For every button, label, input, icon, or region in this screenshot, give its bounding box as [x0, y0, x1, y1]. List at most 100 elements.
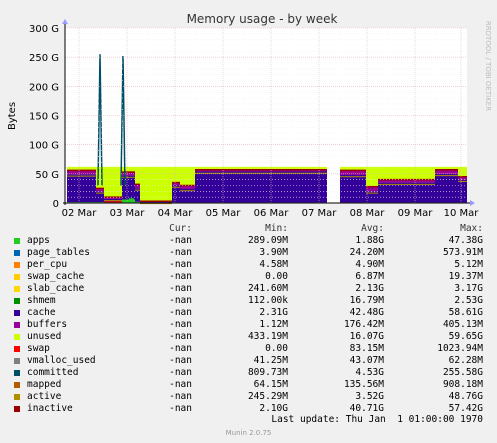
legend-label: swap_cache [27, 271, 85, 282]
legend-row-buffers: buffers -nan 1.12M 176.42M 405.13M [0, 319, 497, 331]
legend-label: page_tables [27, 247, 90, 258]
legend-min: 112.00k [247, 295, 288, 306]
legend-label: cache [27, 307, 56, 318]
area-cache [67, 174, 96, 203]
legend-row-committed: committed -nan 809.73M 4.53G 255.58G [0, 367, 497, 379]
x-tick-label: 09 Mar [398, 208, 434, 219]
legend-header: Cur: Min: Avg: Max: [0, 223, 497, 235]
legend-avg: 3.52G [355, 391, 384, 402]
legend-min: 0.00 [265, 343, 288, 354]
legend-swatch [14, 370, 20, 376]
legend-swatch [14, 394, 20, 400]
legend-label: committed [27, 367, 79, 378]
legend-max: 59.65G [448, 331, 483, 342]
area-unused [122, 166, 135, 173]
legend-label: apps [27, 235, 50, 246]
legend-avg: 4.90M [355, 259, 384, 270]
y-axis-arrow [62, 19, 68, 24]
area-unused [172, 166, 180, 183]
x-tick-label: 08 Mar [350, 208, 386, 219]
area-cache [122, 175, 135, 200]
legend-cur: -nan [169, 307, 192, 318]
legend-swatch [14, 382, 20, 388]
area-apps-spike [129, 198, 134, 203]
legend-avg: 24.20M [349, 247, 384, 258]
legend-cur: -nan [169, 403, 192, 414]
x-tick-label: 05 Mar [206, 208, 242, 219]
legend-avg: 42.48G [349, 307, 384, 318]
legend-cur: -nan [169, 235, 192, 246]
header-avg: Avg: [361, 223, 384, 234]
legend-swatch [14, 346, 20, 352]
legend-swatch [14, 250, 20, 256]
legend-swatch [14, 238, 20, 244]
legend-min: 245.29M [247, 391, 288, 402]
legend-max: 908.18M [442, 379, 483, 390]
legend-row-swap: swap -nan 0.00 83.15M 1023.94M [0, 343, 497, 355]
legend-max: 58.61G [448, 307, 483, 318]
area-cache [435, 173, 458, 203]
legend-row-active: active -nan 245.29M 3.52G 48.76G [0, 391, 497, 403]
legend-min: 64.15M [253, 379, 288, 390]
legend-cur: -nan [169, 283, 192, 294]
legend-swatch [14, 406, 20, 412]
x-tick-label: 04 Mar [158, 208, 194, 219]
legend-label: unused [27, 331, 62, 342]
y-tick-label: 200 G [29, 82, 59, 93]
legend-cur: -nan [169, 247, 192, 258]
legend-cur: -nan [169, 271, 192, 282]
legend-max: 3.17G [454, 283, 483, 294]
legend-max: 5.12M [454, 259, 483, 270]
y-tick-label: 150 G [29, 112, 59, 123]
header-cur: Cur: [169, 223, 192, 234]
x-tick-label: 07 Mar [302, 208, 338, 219]
legend-swatch [14, 358, 20, 364]
legend-avg: 1.88G [355, 235, 384, 246]
watermark: RRDTOOL / TOBI OETIKER [484, 21, 492, 111]
legend-row-unused: unused -nan 433.19M 16.07G 59.65G [0, 331, 497, 343]
legend-cur: -nan [169, 295, 192, 306]
legend-swatch [14, 286, 20, 292]
x-axis-arrow [470, 200, 475, 206]
area-cache [458, 179, 467, 203]
legend-swatch [14, 298, 20, 304]
legend-max: 19.37M [448, 271, 483, 282]
legend-max: 405.13M [442, 319, 483, 330]
legend-min: 433.19M [247, 331, 288, 342]
y-tick-label: 0 [53, 199, 59, 210]
legend-min: 3.90M [259, 247, 288, 258]
area-unused [458, 166, 467, 177]
header-max: Max: [460, 223, 483, 234]
legend-max: 62.28M [448, 355, 483, 366]
area-cache [340, 175, 366, 203]
x-tick-label: 10 Mar [444, 208, 480, 219]
area-unused [135, 166, 140, 185]
legend-row-mapped: mapped -nan 64.15M 135.56M 908.18M [0, 379, 497, 391]
legend-row-vmalloc-used: vmalloc_used -nan 41.25M 43.07M 62.28M [0, 355, 497, 367]
legend-avg: 16.07G [349, 331, 384, 342]
legend-avg: 176.42M [343, 319, 384, 330]
area-unused [180, 166, 195, 186]
legend-max: 47.38G [448, 235, 483, 246]
legend-min: 809.73M [247, 367, 288, 378]
legend-avg: 16.79M [349, 295, 384, 306]
area-unused [96, 166, 104, 189]
legend-min: 0.00 [265, 271, 288, 282]
legend-min: 2.31G [259, 307, 288, 318]
footer: Munin 2.0.75 [225, 429, 272, 437]
legend-min: 1.12M [259, 319, 288, 330]
legend-row-slab-cache: slab_cache -nan 241.60M 2.13G 3.17G [0, 283, 497, 295]
legend-avg: 43.07M [349, 355, 384, 366]
y-tick-label: 250 G [29, 53, 59, 64]
legend-label: slab_cache [27, 283, 85, 294]
area-unused [378, 166, 435, 180]
legend-min: 41.25M [253, 355, 288, 366]
legend-min: 241.60M [247, 283, 288, 294]
chart-title: Memory usage - by week [187, 12, 338, 26]
legend-swatch [14, 310, 20, 316]
y-tick-label: 300 G [29, 24, 59, 35]
legend-min: 289.09M [247, 235, 288, 246]
legend-swatch [14, 322, 20, 328]
y-tick-label: 100 G [29, 141, 59, 152]
legend-label: shmem [27, 295, 56, 306]
